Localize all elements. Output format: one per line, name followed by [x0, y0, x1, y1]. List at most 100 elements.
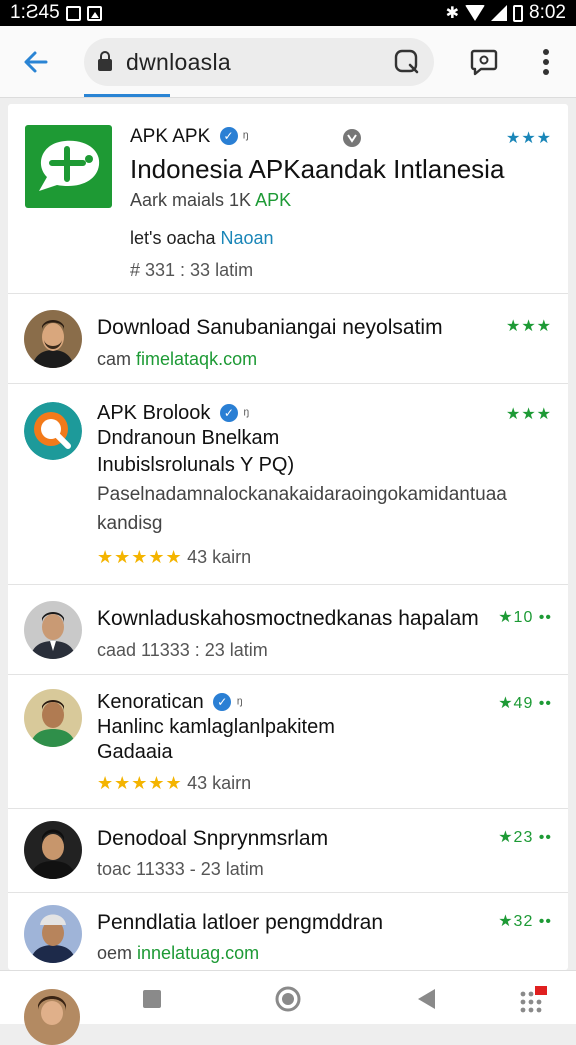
- more-vert-icon: [543, 49, 549, 75]
- navigation-bar: [0, 970, 576, 1045]
- app-line3: Gadaaia: [97, 741, 173, 763]
- verified-icon: ✓: [213, 693, 232, 711]
- search-icon[interactable]: [394, 49, 420, 75]
- app-meta: Aark maials 1K APK: [130, 190, 291, 211]
- app-stats: 43 kairn: [187, 773, 252, 793]
- result-rating: ★10 ••: [498, 609, 552, 626]
- result-item[interactable]: Download Sanubaniangai neyolsatim cam fi…: [8, 294, 568, 384]
- app-line2: Dndranoun Bnelkam: [97, 427, 280, 449]
- lock-icon: [98, 51, 112, 71]
- app-name-text: Kenoratican: [97, 691, 204, 713]
- result-title[interactable]: Denodoal Snprynmsrlam: [97, 827, 328, 851]
- app-line2: Hanlinc kamlaglanlpakitem: [97, 716, 335, 738]
- avatar-man-suit: [24, 601, 82, 659]
- status-left: 1:Ƨ45: [10, 2, 102, 24]
- app-stars-row: ★★★★★ 43 kairn: [97, 547, 251, 568]
- app-stats: 43 kairn: [187, 547, 252, 567]
- verified-icon: ✓: [219, 127, 238, 145]
- chat-icon: [470, 49, 498, 76]
- result-sub-text: oem: [97, 943, 133, 963]
- result-card-featured[interactable]: APK APK ✓ ᵑ ★★★ Indonesia APKaandak Intl…: [8, 104, 568, 294]
- app-desc: let's oacha Naoan: [130, 228, 274, 249]
- results-list: APK APK ✓ ᵑ ★★★ Indonesia APKaandak Intl…: [8, 104, 568, 970]
- status-time: 1:Ƨ45: [10, 2, 60, 23]
- app-desc-text: let's oacha: [130, 228, 216, 248]
- result-link[interactable]: fimelataqk.com: [136, 349, 257, 369]
- result-item[interactable]: Penndlatia latloer pengmddran oem innela…: [8, 893, 568, 970]
- result-sub: caad 11333 : 23 latim: [97, 640, 268, 660]
- avatar-man-dark: [24, 821, 82, 879]
- profile-avatar[interactable]: [24, 989, 80, 1045]
- app-desc-line2: kandisg: [97, 513, 163, 534]
- message-icon: [65, 5, 81, 21]
- result-item[interactable]: Denodoal Snprynmsrlam toac 11333 - 23 la…: [8, 809, 568, 893]
- avatar-man-green: [24, 689, 82, 747]
- chat-button[interactable]: [466, 44, 502, 80]
- apps-button[interactable]: [518, 983, 550, 1015]
- bluetooth-icon: ✱: [445, 5, 460, 22]
- rating-stars: ★★★: [505, 130, 552, 147]
- app-line3: Inubislsrolunals Y PQ): [97, 454, 295, 476]
- star-rating: ★★★★★: [97, 773, 183, 793]
- back-nav-button[interactable]: [410, 983, 442, 1015]
- avatar-man-cap: [24, 905, 82, 963]
- square-icon: [143, 990, 161, 1008]
- status-bar: 1:Ƨ45 ✱ 8:02: [0, 0, 576, 26]
- app-stars-row: ★★★★★ 43 kairn: [97, 773, 251, 794]
- menu-button[interactable]: [528, 44, 564, 80]
- recents-button[interactable]: [136, 983, 168, 1015]
- browser-toolbar: dwnloasla: [0, 26, 576, 98]
- triangle-back-icon: [418, 989, 435, 1009]
- back-button[interactable]: [18, 44, 54, 80]
- verified-icon: ✓: [219, 404, 238, 422]
- tab-indicator: [84, 94, 170, 97]
- result-item[interactable]: Kownladuskahosmoctnedkanas hapalam caad …: [8, 585, 568, 675]
- result-link[interactable]: innelatuag.com: [137, 943, 259, 963]
- result-sub: cam fimelataqk.com: [97, 349, 257, 370]
- result-title[interactable]: Penndlatia latloer pengmddran: [97, 911, 383, 935]
- star-rating: ★★★★★: [97, 547, 183, 567]
- battery-icon: [513, 4, 524, 22]
- magnifier-logo-icon: [24, 402, 82, 460]
- result-sub-text: cam: [97, 349, 132, 369]
- result-title[interactable]: Kownladuskahosmoctnedkanas hapalam: [97, 607, 479, 631]
- app-name: APK Brolook ✓ ᵑ: [97, 402, 249, 425]
- arrow-left-icon: [24, 51, 48, 73]
- android-icon: [343, 129, 361, 147]
- app-name-text: APK Brolook: [97, 402, 211, 424]
- app-title[interactable]: Indonesia APKaandak Intlanesia: [130, 154, 504, 185]
- app-meta-link[interactable]: APK: [255, 190, 291, 210]
- app-stats: # 331 : 33 latim: [130, 260, 254, 280]
- badge-icon: ᵑ: [236, 695, 243, 712]
- result-rating: ★49 ••: [498, 695, 552, 712]
- app-name: APK APK ✓ ᵑ: [130, 126, 249, 148]
- url-text: dwnloasla: [126, 48, 231, 75]
- result-title[interactable]: Download Sanubaniangai neyolsatim: [97, 316, 443, 340]
- wifi-icon: [465, 5, 486, 21]
- image-icon: [86, 5, 102, 21]
- badge-icon: ᵑ: [243, 406, 250, 423]
- result-rating: ★★★: [505, 406, 552, 423]
- result-rating: ★★★: [505, 318, 552, 335]
- app-desc-link[interactable]: Naoan: [221, 228, 274, 248]
- avatar-man-beard: [24, 310, 82, 368]
- result-rating: ★32 ••: [498, 913, 552, 930]
- result-rating: ★23 ••: [498, 829, 552, 846]
- badge-icon: ᵑ: [242, 129, 249, 146]
- result-card-app[interactable]: Kenoratican ✓ ᵑ Hanlinc kamlaglanlpakite…: [8, 675, 568, 809]
- result-card-app[interactable]: APK Brolook ✓ ᵑ Dndranoun Bnelkam Inubis…: [8, 384, 568, 585]
- app-desc-line1: Paselnadamnalockanakaidaraoingokamidantu…: [97, 484, 507, 505]
- status-right: ✱ 8:02: [446, 2, 566, 24]
- result-sub: toac 11333 - 23 latim: [97, 859, 264, 879]
- status-clock: 8:02: [529, 2, 566, 23]
- signal-icon: [491, 5, 508, 21]
- app-name-text: APK APK: [130, 126, 211, 147]
- apk-logo-icon: [25, 125, 112, 208]
- home-circle-icon: [275, 986, 301, 1012]
- app-meta-text: Aark maials 1K: [130, 190, 252, 210]
- apps-grid-icon: [520, 986, 547, 1013]
- home-button[interactable]: [272, 983, 304, 1015]
- result-sub: oem innelatuag.com: [97, 943, 259, 964]
- url-bar[interactable]: dwnloasla: [84, 38, 434, 86]
- app-name: Kenoratican ✓ ᵑ: [97, 691, 243, 714]
